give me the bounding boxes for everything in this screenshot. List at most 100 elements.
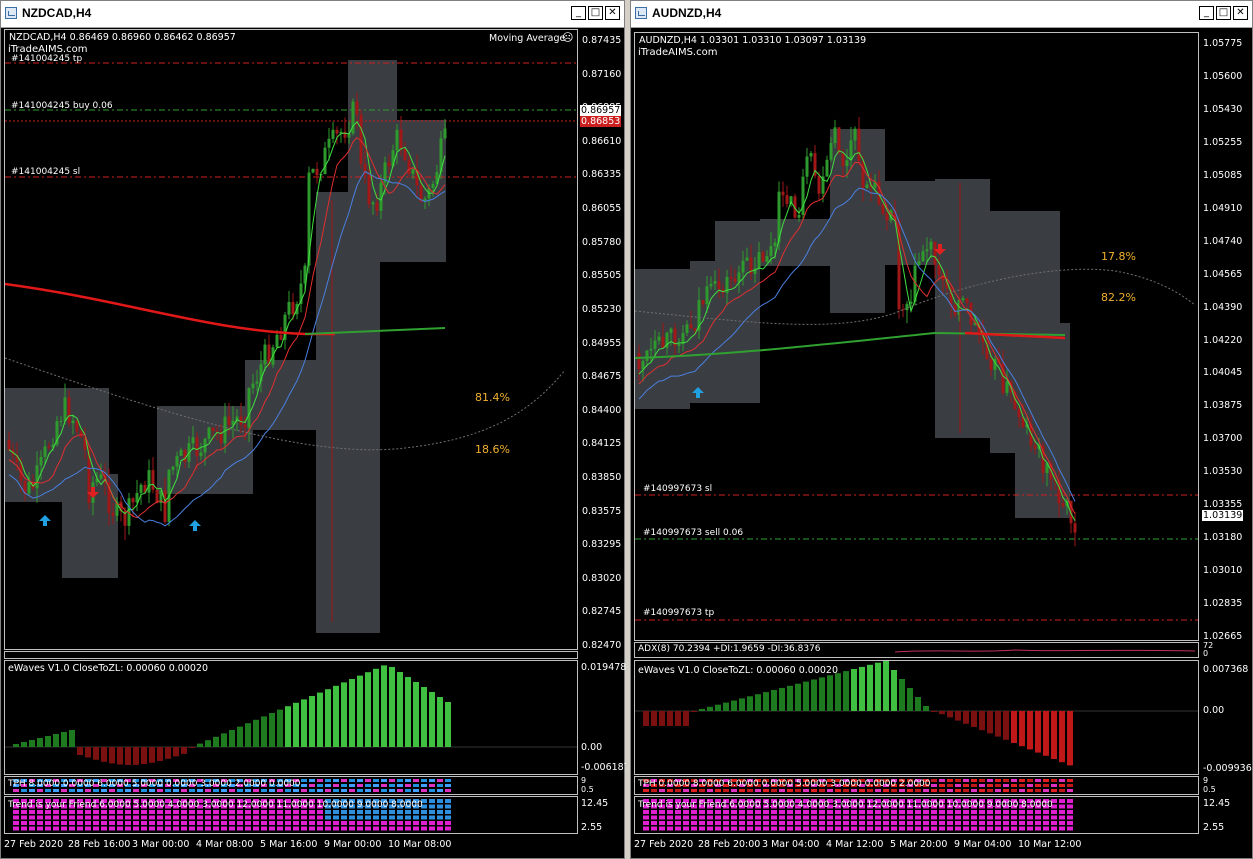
trend-cell <box>125 810 131 814</box>
trend-cell <box>915 821 921 825</box>
trend-pane[interactable]: Trend is your Friend 6.0000 5.0000 4.000… <box>634 796 1199 834</box>
ewaves-bar <box>309 696 315 747</box>
time-axis[interactable]: 27 Feb 2020 28 Feb 16:00 3 Mar 00:00 4 Mar … <box>4 835 624 857</box>
candle-body <box>47 446 51 448</box>
trend-cell <box>859 810 865 814</box>
trend-cell <box>349 810 355 814</box>
candle-body <box>27 481 31 494</box>
trend-cell <box>405 826 411 831</box>
tph-cell <box>939 784 945 787</box>
candle-body <box>335 129 339 134</box>
candle-body <box>35 465 39 489</box>
trend-cell <box>69 815 75 820</box>
window-titlebar[interactable]: AUDNZD,H4 _ □ ✕ <box>631 1 1252 28</box>
tph-cell <box>819 789 825 792</box>
candle-body <box>75 420 79 432</box>
trend-cell <box>181 810 187 814</box>
time-axis[interactable]: 27 Feb 2020 28 Feb 20:00 3 Mar 04:00 4 Mar … <box>634 835 1252 857</box>
tph-cell <box>341 779 347 782</box>
maximize-button[interactable]: □ <box>588 6 603 20</box>
trend-cell <box>923 826 929 831</box>
tph-cell <box>389 789 395 792</box>
ewaves-bar <box>915 697 921 711</box>
trend-cell <box>643 810 649 814</box>
trend-cell <box>69 810 75 814</box>
trend-cell <box>795 810 801 814</box>
tph-cell <box>699 789 705 792</box>
chart-window-audnzd[interactable]: AUDNZD,H4 _ □ ✕ AUDNZD,H4 1.03301 1.0331… <box>630 0 1253 859</box>
tph-pane[interactable]: TPH 0.0000 8.0000 6.0000 0.0000 5.0000 3… <box>634 776 1199 795</box>
trend-cell <box>365 810 371 814</box>
trend-cell <box>1019 821 1025 825</box>
trend-cell <box>931 815 937 820</box>
candle-body <box>785 195 789 204</box>
trend-pane[interactable]: Trend is your Friend 6.0000 5.0000 4.000… <box>4 796 578 834</box>
trend-cell <box>141 826 147 831</box>
adx-pane[interactable]: ADX(8) 70.2394 +DI:1.9659 -DI:36.8376 <box>634 642 1199 658</box>
trend-cell <box>819 815 825 820</box>
trend-cell <box>261 810 267 814</box>
ewaves-bar <box>237 726 243 747</box>
trend-cell <box>389 826 395 831</box>
trend-cell <box>389 821 395 825</box>
close-button[interactable]: ✕ <box>605 6 620 20</box>
ask-price-box: 0.86853 <box>580 116 622 127</box>
ewaves-bar <box>819 677 825 711</box>
ewaves-pane[interactable]: eWaves V1.0 CloseToZL: 0.00060 0.00020 <box>634 660 1199 775</box>
tph-cell <box>357 789 363 792</box>
trend-cell <box>795 815 801 820</box>
ewaves-bar <box>381 665 387 747</box>
collapsed-pane[interactable] <box>4 651 578 659</box>
tph-pane[interactable]: TPH 8.0000 0.0000 6.0000 5.0000 0.0000 3… <box>4 776 578 795</box>
maximize-button[interactable]: □ <box>1216 6 1231 20</box>
ewaves-bar <box>987 711 993 734</box>
trend-cell <box>45 826 51 831</box>
ewaves-bar <box>317 692 323 747</box>
tph-cell <box>1067 789 1073 792</box>
smiley-icon: ☹ <box>562 31 574 44</box>
trend-cell <box>771 810 777 814</box>
candle-body <box>809 153 813 157</box>
trend-cell <box>213 810 219 814</box>
tph-cell <box>1011 789 1017 792</box>
candle-body <box>39 456 43 466</box>
trend-cell <box>875 810 881 814</box>
price-chart-canvas[interactable] <box>5 30 577 649</box>
trend-cell <box>421 826 427 831</box>
trend-cell <box>197 826 203 831</box>
minimize-button[interactable]: _ <box>1199 6 1214 20</box>
price-chart-canvas[interactable] <box>635 33 1198 640</box>
price-axis[interactable]: 1.05775 1.05600 1.05430 1.05255 1.05085 1.049… <box>1200 32 1252 642</box>
trend-cell <box>293 815 299 820</box>
ewaves-bar <box>181 747 187 754</box>
candle-body <box>817 175 821 194</box>
close-button[interactable]: ✕ <box>1233 6 1248 20</box>
candle-body <box>989 359 993 370</box>
sell-line-label: #140997673 sell 0.06 <box>643 528 744 538</box>
candle-body <box>395 129 399 151</box>
trend-cell <box>21 810 27 814</box>
trend-cell <box>269 821 275 825</box>
main-price-pane[interactable]: AUDNZD,H4 1.03301 1.03310 1.03097 1.0313… <box>634 32 1199 641</box>
price-axis-tick: 0.84955 <box>582 337 622 349</box>
trend-cell <box>53 815 59 820</box>
minimize-button[interactable]: _ <box>571 6 586 20</box>
tph-cell <box>189 789 195 792</box>
main-price-pane[interactable]: NZDCAD,H4 0.86469 0.86960 0.86462 0.8695… <box>4 29 578 650</box>
trend-cell <box>93 810 99 814</box>
chart-window-nzdcad[interactable]: NZDCAD,H4 _ □ ✕ NZDCAD,H4 0.86469 0.8696… <box>0 0 630 859</box>
trend-cell <box>37 826 43 831</box>
tph-cell <box>117 789 123 792</box>
ewaves-bar <box>405 677 411 747</box>
window-titlebar[interactable]: NZDCAD,H4 _ □ ✕ <box>1 1 624 28</box>
buy-arrow-icon <box>39 515 51 526</box>
ewaves-pane[interactable]: eWaves V1.0 CloseToZL: 0.00060 0.00020 <box>4 660 578 775</box>
trend-cell <box>803 815 809 820</box>
tph-cell <box>995 789 1001 792</box>
trend-cell <box>253 821 259 825</box>
tph-cell <box>1019 789 1025 792</box>
trend-cell <box>843 815 849 820</box>
trend-cell <box>867 810 873 814</box>
ewaves-label: eWaves V1.0 CloseToZL: 0.00060 0.00020 <box>8 663 209 674</box>
ewaves-bar <box>811 679 817 711</box>
